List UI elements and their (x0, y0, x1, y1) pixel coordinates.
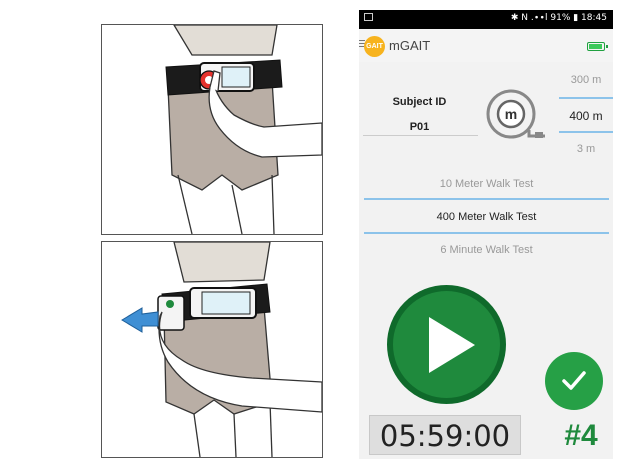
subject-divider (363, 135, 478, 136)
test-option[interactable]: 6 Minute Walk Test (364, 244, 609, 256)
test-option-selected[interactable]: 400 Meter Walk Test (364, 211, 609, 223)
battery-icon (587, 42, 608, 51)
trial-counter: #4 (564, 419, 598, 452)
picker-divider (364, 232, 609, 234)
picker-divider (559, 131, 613, 133)
svg-text:m: m (505, 106, 517, 122)
subject-id-value[interactable]: P01 (377, 121, 462, 133)
measuring-tape-icon: m (486, 89, 545, 139)
app-logo: GAIT (364, 36, 385, 57)
confirm-button[interactable] (545, 352, 603, 410)
illustration-press-button (101, 24, 323, 235)
picker-divider (559, 97, 613, 99)
status-bar: ✱ N .∙∙l 91% ▮ 18:45 (359, 10, 613, 29)
status-indicators: ✱ N .∙∙l 91% ▮ 18:45 (510, 13, 607, 23)
distance-option[interactable]: 300 m (559, 74, 613, 86)
elapsed-timer: 05:59:00 (369, 415, 521, 455)
checkmark-icon (562, 371, 586, 390)
phone-screen: ✱ N .∙∙l 91% ▮ 18:45 GAIT mGAIT Subject … (359, 10, 613, 459)
distance-option[interactable]: 3 m (559, 143, 613, 155)
subject-id-label: Subject ID (392, 96, 447, 108)
play-icon (429, 317, 475, 373)
picker-divider (364, 198, 609, 200)
notification-image-icon (364, 13, 373, 21)
test-option[interactable]: 10 Meter Walk Test (364, 178, 609, 190)
app-bar: GAIT mGAIT (359, 29, 613, 62)
distance-option-selected[interactable]: 400 m (559, 109, 613, 123)
start-button[interactable] (387, 285, 506, 404)
illustration-remove-phone (101, 241, 323, 458)
app-title: mGAIT (389, 38, 431, 53)
